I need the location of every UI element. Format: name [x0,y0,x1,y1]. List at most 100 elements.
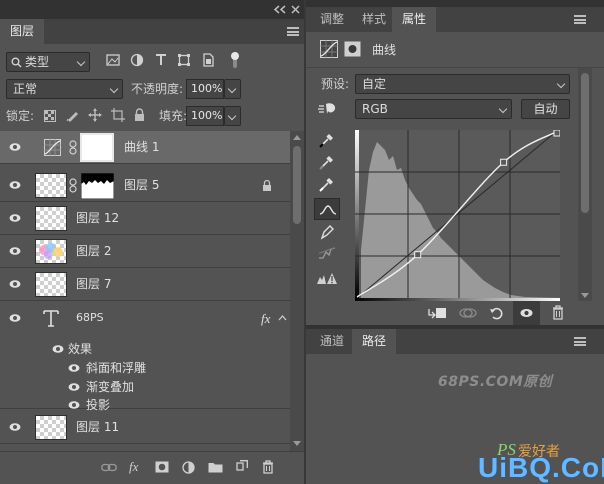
new-layer-icon[interactable] [235,460,248,474]
eye-icon[interactable] [9,142,21,152]
fx-badge[interactable]: fx [261,311,270,327]
lock-artboard-icon[interactable] [111,108,125,122]
tab-channels[interactable]: 通道 [310,329,354,354]
eye-icon[interactable] [9,422,21,432]
layers-scrollbar[interactable] [290,131,304,451]
new-group-icon[interactable] [208,461,223,473]
eye-icon[interactable] [9,313,21,323]
layers-panel-header [0,0,304,19]
curve-control-point[interactable] [553,130,560,137]
layer-row-2[interactable]: 图层 2 [0,235,290,268]
eyedropper-black-icon[interactable] [319,132,335,148]
pixel-filter-icon[interactable] [106,53,120,67]
scroll-down-icon[interactable] [581,293,589,299]
clipping-warning-icon[interactable] [317,271,337,285]
eye-icon[interactable] [9,279,21,289]
eye-icon[interactable] [9,246,21,256]
panel-menu-icon[interactable] [574,15,586,24]
layer-thumbnail [35,173,67,198]
eye-icon[interactable] [9,213,21,223]
toggle-visibility-button[interactable] [513,301,540,325]
smooth-curve-icon[interactable] [318,246,336,260]
layer-row-5[interactable]: 图层 5 [0,169,290,202]
tab-styles[interactable]: 样式 [352,7,396,32]
chevron-down-icon [109,84,119,94]
properties-scrollbar[interactable] [578,68,592,303]
pencil-icon[interactable] [320,224,334,240]
effect-gradient-overlay[interactable]: 渐变叠加 [86,377,134,397]
layer-row-curves[interactable]: 曲线 1 [0,131,290,164]
layer-thumbnail [35,415,67,440]
eye-icon[interactable] [9,180,21,190]
lock-transparency-icon[interactable] [44,110,56,122]
scroll-up-icon[interactable] [293,134,301,140]
view-previous-state-icon[interactable] [459,307,477,319]
close-panel-icon[interactable] [291,5,300,14]
curve-control-point[interactable] [414,251,422,259]
clip-to-layer-icon[interactable] [427,306,447,320]
new-adjustment-layer-icon[interactable] [182,461,195,474]
layer-name: 图层 2 [76,244,112,258]
tab-paths[interactable]: 路径 [352,329,397,354]
curve-control-point[interactable] [500,158,508,166]
type-filter-icon[interactable] [154,53,168,67]
layers-list: 曲线 1 图层 5 图层 12 图层 2 图层 7 68PS fx 效果 斜面和… [0,131,290,451]
adjustment-filter-icon[interactable] [130,53,144,67]
layer-row-7[interactable]: 图层 7 [0,268,290,301]
eye-icon[interactable] [68,400,80,410]
filter-toggle-icon[interactable] [229,51,241,69]
mask-icon[interactable] [344,41,361,57]
lock-all-icon[interactable] [134,108,145,122]
layer-row-text-68ps[interactable]: 68PS fx 效果 斜面和浮雕 渐变叠加 投影 [0,301,290,412]
scroll-down-icon[interactable] [293,441,301,447]
layer-mask-thumbnail[interactable] [81,173,114,199]
layer-name: 68PS [76,311,104,324]
layer-row-12[interactable]: 图层 12 [0,202,290,235]
channel-dropdown[interactable]: RGB [355,99,512,119]
curve-point-icon [319,205,337,215]
tab-layers[interactable]: 图层 [0,19,45,44]
link-layers-icon[interactable] [101,463,117,472]
tab-properties[interactable]: 属性 [392,7,437,32]
opacity-dropdown-button[interactable] [224,79,241,99]
lock-position-icon[interactable] [88,108,102,122]
curves-graph[interactable] [355,130,560,298]
layer-thumbnail [35,206,67,231]
link-icon[interactable] [69,178,77,193]
reset-icon[interactable] [489,306,503,320]
chevron-up-icon[interactable] [278,315,287,321]
link-icon[interactable] [69,140,77,155]
eye-icon[interactable] [52,344,64,354]
smart-object-filter-icon[interactable] [201,53,215,67]
tab-adjustments[interactable]: 调整 [310,7,354,32]
preset-dropdown[interactable]: 自定 [355,74,570,94]
delete-layer-icon[interactable] [262,460,274,474]
effect-bevel-emboss[interactable]: 斜面和浮雕 [86,358,146,378]
lock-pixels-icon[interactable] [66,109,79,122]
collapse-icon[interactable] [273,5,287,14]
fill-input[interactable]: 100% [186,106,224,126]
eyedropper-white-icon[interactable] [319,176,335,192]
curves-canvas[interactable] [355,130,560,298]
layer-mask-thumbnail[interactable] [80,133,114,162]
layer-row-11[interactable]: 图层 11 [0,411,290,444]
eye-icon[interactable] [68,363,80,373]
layer-filter-dropdown[interactable]: 类型 [6,52,90,72]
scroll-thumb[interactable] [581,73,589,213]
panel-menu-icon[interactable] [287,27,299,36]
add-layer-style-icon[interactable]: fx [129,459,138,475]
opacity-input[interactable]: 100% [186,79,224,99]
blend-mode-dropdown[interactable]: 正常 [6,79,123,99]
fill-dropdown-button[interactable] [224,106,241,126]
scroll-thumb[interactable] [293,146,301,224]
panel-menu-icon[interactable] [574,337,586,346]
effects-header[interactable]: 效果 [68,339,92,359]
auto-button[interactable]: 自动 [521,99,570,119]
watermark-center: 68PS.COM原创 [438,374,553,390]
add-mask-icon[interactable] [155,461,169,473]
shape-filter-icon[interactable] [177,53,191,67]
delete-adjustment-icon[interactable] [552,305,564,320]
curve-point-tool-button[interactable] [314,198,340,220]
eyedropper-gray-icon[interactable] [319,154,335,170]
eye-icon[interactable] [68,382,80,392]
